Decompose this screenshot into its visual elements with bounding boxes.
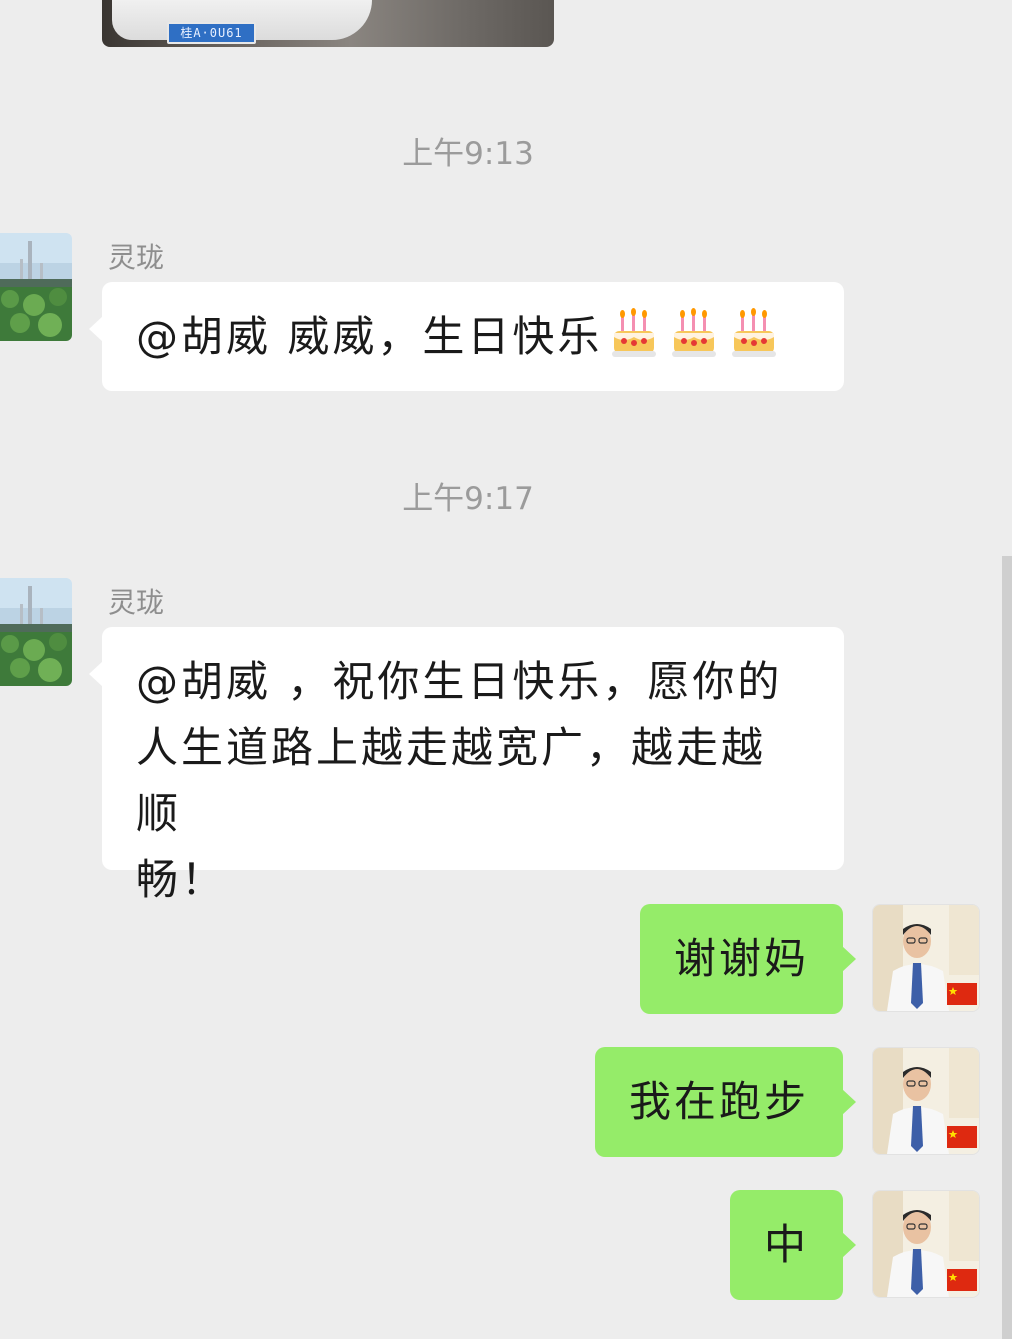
- message-text: 中: [763, 1220, 809, 1269]
- incoming-message-bubble[interactable]: @胡威 ，祝你生日快乐，愿你的 人生道路上越走越宽广，越走越顺 畅！: [89, 627, 844, 904]
- birthday-cake-emoji-icon: [612, 308, 657, 357]
- timestamp: 上午9:13: [402, 136, 534, 172]
- sender-avatar[interactable]: [0, 233, 72, 341]
- message-text-line: @胡威 ，祝你生日快乐，愿你的: [136, 657, 783, 706]
- license-plate: 桂A·0U61: [167, 22, 256, 44]
- sender-name: 灵珑: [108, 241, 165, 274]
- my-avatar[interactable]: [872, 904, 980, 1012]
- sender-name: 灵珑: [108, 586, 165, 619]
- message-text-line: 人生道路上越走越宽广，越走越顺: [136, 723, 767, 838]
- message-text: 我在跑步: [628, 1077, 809, 1126]
- my-avatar[interactable]: [872, 1047, 980, 1155]
- birthday-cake-emoji-icon: [732, 308, 777, 357]
- my-avatar[interactable]: [872, 1190, 980, 1298]
- birthday-cake-emoji-icon: [672, 308, 717, 357]
- outgoing-message-bubble[interactable]: 中: [729, 1190, 857, 1300]
- timestamp: 上午9:17: [402, 481, 534, 517]
- outgoing-message-bubble[interactable]: 谢谢妈: [639, 904, 857, 1014]
- message-text: @胡威 威威，生日快乐: [136, 312, 603, 361]
- scrollbar[interactable]: [1002, 556, 1012, 1339]
- photo-message[interactable]: 桂A·0U61: [102, 0, 554, 47]
- car-image: 桂A·0U61: [112, 0, 372, 44]
- incoming-message-bubble[interactable]: @胡威 威威，生日快乐: [89, 282, 844, 391]
- outgoing-message-bubble[interactable]: 我在跑步: [594, 1047, 857, 1157]
- sender-avatar[interactable]: [0, 578, 72, 686]
- message-text: 谢谢妈: [673, 934, 809, 983]
